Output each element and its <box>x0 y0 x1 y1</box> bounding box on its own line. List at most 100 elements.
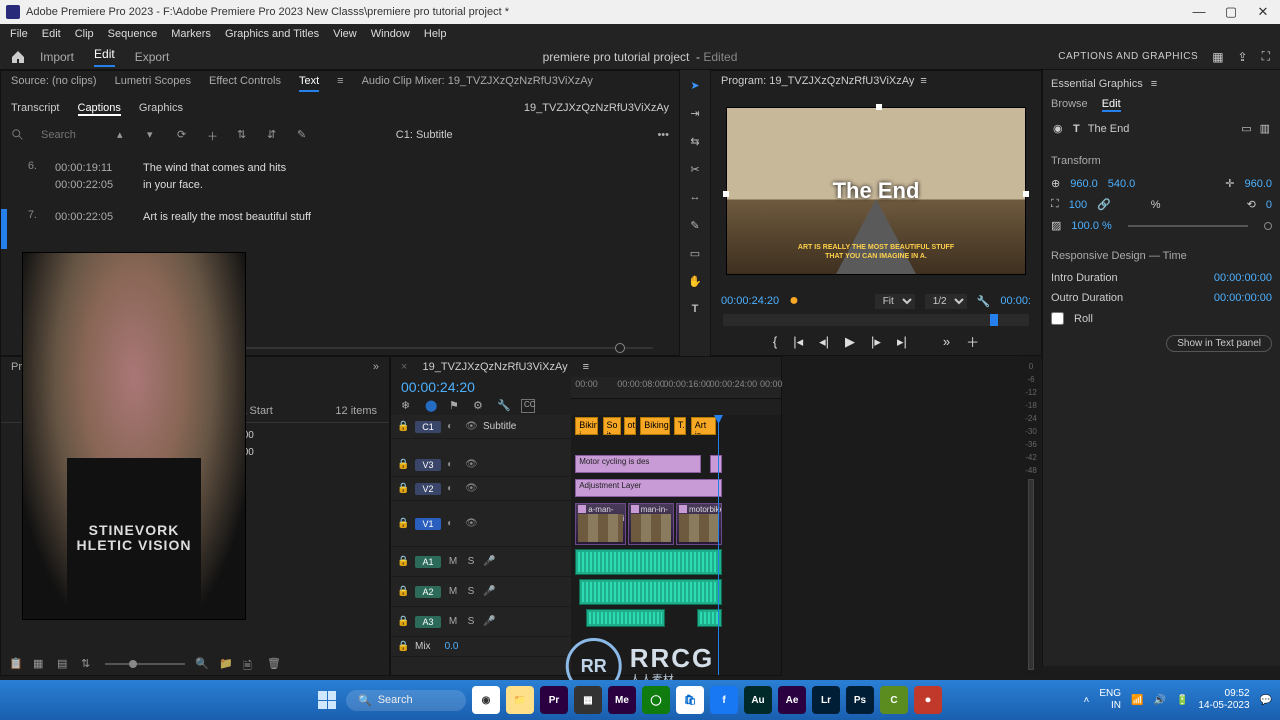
program-menu-icon[interactable]: ≡ <box>920 75 926 87</box>
hand-tool-icon[interactable]: ✋ <box>686 272 704 290</box>
eg-tab-edit[interactable]: Edit <box>1102 98 1121 112</box>
subtab-captions[interactable]: Captions <box>78 102 121 116</box>
taskbar-xbox[interactable]: ◯ <box>642 686 670 714</box>
rectangle-tool-icon[interactable]: ▭ <box>686 244 704 262</box>
menu-sequence[interactable]: Sequence <box>108 28 158 40</box>
step-back-icon[interactable]: ◂| <box>819 334 829 350</box>
new-item-icon[interactable]: 🗎 <box>243 657 257 671</box>
refresh-icon[interactable]: ⟳ <box>177 128 191 142</box>
rotation-val[interactable]: 0 <box>1266 199 1272 211</box>
tray-volume-icon[interactable]: 🔊 <box>1153 695 1165 706</box>
pos-x[interactable]: 960.0 <box>1070 178 1098 190</box>
menu-help[interactable]: Help <box>424 28 447 40</box>
play-icon[interactable]: ▶ <box>845 334 855 350</box>
tray-wifi-icon[interactable]: 📶 <box>1131 695 1143 706</box>
eg-tab-browse[interactable]: Browse <box>1051 98 1088 112</box>
subtab-transcript[interactable]: Transcript <box>11 102 60 116</box>
taskbar-me[interactable]: Me <box>608 686 636 714</box>
tab-effect-controls[interactable]: Effect Controls <box>209 75 281 92</box>
graphic-title-text[interactable]: The End <box>833 178 920 204</box>
eg-menu-icon[interactable]: ≡ <box>1151 78 1157 90</box>
anchor-val[interactable]: 960.0 <box>1244 178 1272 190</box>
outro-val[interactable]: 00:00:00:00 <box>1214 292 1272 304</box>
start-button[interactable] <box>314 687 340 713</box>
menu-graphics-titles[interactable]: Graphics and Titles <box>225 28 319 40</box>
taskbar-camtasia[interactable]: C <box>880 686 908 714</box>
workspace-export[interactable]: Export <box>135 50 170 64</box>
playhead[interactable] <box>718 415 719 675</box>
menu-view[interactable]: View <box>333 28 357 40</box>
thumbnail-size-slider[interactable] <box>105 663 185 665</box>
clip-a1[interactable] <box>575 549 722 575</box>
eg-layer-row[interactable]: ◉ T The End ▭ ▥ <box>1051 116 1272 141</box>
tray-chevron-icon[interactable]: ˄ <box>1084 695 1090 706</box>
visibility-icon[interactable]: ◉ <box>1053 122 1065 135</box>
more-transport-icon[interactable]: » <box>943 334 950 349</box>
taskbar-chrome[interactable]: ◉ <box>472 686 500 714</box>
caption-row[interactable]: 6. 00:00:19:1100:00:22:05 The wind that … <box>13 152 667 201</box>
menu-clip[interactable]: Clip <box>75 28 94 40</box>
split-caption-icon[interactable]: ⇅ <box>237 128 251 142</box>
track-header-c1[interactable]: 🔒C1◐👁Subtitle <box>391 415 571 439</box>
share-icon[interactable]: ⇪ <box>1238 50 1248 64</box>
linked-selection-icon[interactable]: ⬤ <box>425 399 439 413</box>
clip-a3-1[interactable] <box>586 609 666 627</box>
search-icon[interactable] <box>11 128 25 142</box>
intro-val[interactable]: 00:00:00:00 <box>1214 272 1272 284</box>
edit-caption-icon[interactable]: ✎ <box>297 128 311 142</box>
slip-tool-icon[interactable]: ↔ <box>686 188 704 206</box>
tray-clock[interactable]: 09:5214-05-2023 <box>1198 688 1249 712</box>
timeline-ruler[interactable]: 00:00 00:00:08:00 00:00:16:00 00:00:24:0… <box>571 377 781 399</box>
program-timecode[interactable]: 00:00:24:20 <box>721 295 779 307</box>
tab-audio-mixer[interactable]: Audio Clip Mixer: 19_TVZJXzQzNzRfU3ViXzA… <box>362 75 593 92</box>
wrench-icon[interactable]: 🔧 <box>497 399 511 413</box>
step-forward-icon[interactable]: |▸ <box>871 334 881 350</box>
timeline-menu-icon[interactable]: ≡ <box>583 361 589 373</box>
track-header-v2[interactable]: 🔒V2◐👁 <box>391 477 571 501</box>
list-view-icon[interactable]: 📋 <box>9 657 23 671</box>
add-button-icon[interactable]: ＋ <box>966 332 979 351</box>
tray-notifications-icon[interactable]: 💬 <box>1260 695 1272 706</box>
find-icon[interactable]: 🔍 <box>195 657 209 671</box>
minimize-button[interactable]: — <box>1192 4 1206 20</box>
track-header-a1[interactable]: 🔒A1MS🎤 <box>391 547 571 577</box>
mark-in-icon[interactable]: { <box>773 334 777 349</box>
clip-v2[interactable]: Adjustment Layer <box>575 479 722 497</box>
taskbar-rec[interactable]: ⏺ <box>914 686 942 714</box>
caption-track-label[interactable]: C1: Subtitle <box>396 129 453 141</box>
sort-icon[interactable]: ⇅ <box>81 657 95 671</box>
track-header-a3[interactable]: 🔒A3MS🎤 <box>391 607 571 637</box>
menu-window[interactable]: Window <box>371 28 410 40</box>
go-to-out-icon[interactable]: ▸| <box>897 334 907 350</box>
menu-edit[interactable]: Edit <box>42 28 61 40</box>
taskbar-ae[interactable]: Ae <box>778 686 806 714</box>
subtab-graphics[interactable]: Graphics <box>139 102 183 116</box>
freeform-view-icon[interactable]: ▤ <box>57 657 71 671</box>
tab-source[interactable]: Source: (no clips) <box>11 75 97 92</box>
settings-icon[interactable]: 🔧 <box>977 295 991 308</box>
taskbar-ps[interactable]: Ps <box>846 686 874 714</box>
clip-v1-1[interactable]: a-man-motorcycli <box>575 503 625 545</box>
new-layer-icon[interactable]: ▭ <box>1241 122 1251 135</box>
snap-icon[interactable]: ❄ <box>401 399 415 413</box>
home-icon[interactable] <box>10 49 26 65</box>
timeline-timecode[interactable]: 00:00:24:20 <box>391 377 571 397</box>
clip-v1-2[interactable]: man-in-helmet-r <box>628 503 674 545</box>
prev-caption-icon[interactable]: ▴ <box>117 128 131 142</box>
close-button[interactable]: ✕ <box>1256 4 1270 20</box>
settings-icon[interactable]: ⚙ <box>473 399 487 413</box>
taskbar-search[interactable]: 🔍Search <box>346 690 466 711</box>
show-in-text-panel-button[interactable]: Show in Text panel <box>1166 335 1272 352</box>
search-input[interactable] <box>41 129 101 141</box>
track-header-mix[interactable]: 🔒Mix0.0 <box>391 637 571 657</box>
type-tool-icon[interactable]: T <box>686 300 704 318</box>
scale-val[interactable]: 100 <box>1069 199 1087 211</box>
maximize-button[interactable]: ▢ <box>1224 4 1238 20</box>
taskbar-lr[interactable]: Lr <box>812 686 840 714</box>
fit-select[interactable]: Fit <box>875 294 915 309</box>
menu-markers[interactable]: Markers <box>171 28 211 40</box>
tab-text[interactable]: Text <box>299 75 319 92</box>
tab-lumetri[interactable]: Lumetri Scopes <box>115 75 191 92</box>
taskbar-au[interactable]: Au <box>744 686 772 714</box>
icon-view-icon[interactable]: ▦ <box>33 657 47 671</box>
